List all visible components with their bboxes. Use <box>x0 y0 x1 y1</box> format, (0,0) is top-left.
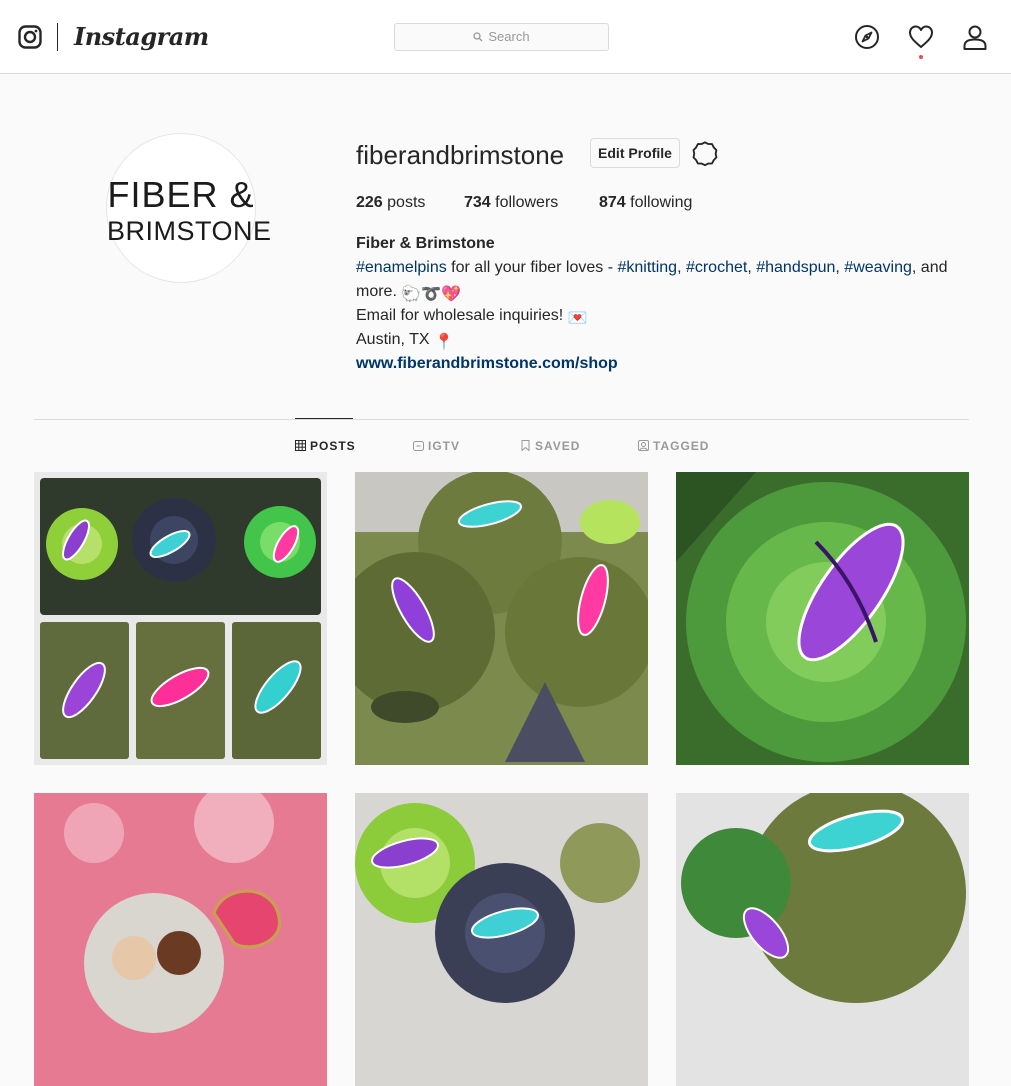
search-icon <box>473 32 483 42</box>
profile-button[interactable] <box>962 24 988 50</box>
igtv-icon <box>413 441 424 451</box>
nav-divider <box>57 23 58 51</box>
hashtag-link[interactable]: #handspun <box>756 259 835 276</box>
post-thumbnail[interactable] <box>34 472 327 765</box>
website-link[interactable]: www.fiberandbrimstone.com/shop <box>356 355 618 373</box>
post-thumbnail[interactable] <box>355 793 648 1086</box>
tab-tagged[interactable]: TAGGED <box>638 439 709 453</box>
avatar-text-line-2: BRIMSTONE <box>107 216 272 246</box>
pushpin-emoji: 📍 <box>433 334 454 351</box>
love-letter-emoji: 💌 <box>567 310 588 327</box>
notification-dot <box>919 55 923 59</box>
post-image <box>34 472 327 765</box>
tab-posts[interactable]: POSTS <box>295 439 356 453</box>
followers-count[interactable]: 734 followers <box>464 194 558 212</box>
tabs-divider <box>34 419 969 420</box>
post-image <box>355 793 648 1086</box>
tab-saved[interactable]: SAVED <box>520 439 580 453</box>
post-thumbnail[interactable] <box>676 793 969 1086</box>
hashtag-link[interactable]: #crochet <box>686 259 747 276</box>
avatar[interactable]: FIBER & BRIMSTONE <box>106 133 272 283</box>
bio-line-3: Email for wholesale inquiries! 💌 <box>356 307 588 327</box>
post-thumbnail[interactable] <box>34 793 327 1086</box>
sheep-loop-heart-emoji: 🐑➰💖 <box>401 286 462 303</box>
active-tab-indicator <box>295 418 353 419</box>
search-input[interactable]: Search <box>394 23 609 51</box>
hashtag-link[interactable]: #enamelpins <box>356 259 447 276</box>
bio-line-1: #enamelpins for all your fiber loves - #… <box>356 259 948 276</box>
grid-icon <box>295 440 306 451</box>
hashtag-link[interactable]: #knitting <box>617 259 677 276</box>
post-thumbnail[interactable] <box>355 472 648 765</box>
bio-line-4: Austin, TX 📍 <box>356 331 454 351</box>
user-icon <box>963 25 987 50</box>
explore-button[interactable] <box>854 24 880 50</box>
activity-button[interactable] <box>908 24 934 50</box>
tab-igtv[interactable]: IGTV <box>413 439 460 453</box>
full-name: Fiber & Brimstone <box>356 235 495 252</box>
bio-line-2: more. 🐑➰💖 <box>356 283 462 303</box>
compass-icon <box>855 25 879 49</box>
post-image <box>676 793 969 1086</box>
post-image <box>34 793 327 1086</box>
avatar-text-line-1: FIBER & <box>107 174 255 215</box>
instagram-glyph-icon[interactable] <box>18 25 42 49</box>
tagged-user-icon <box>638 440 649 451</box>
search-placeholder: Search <box>488 29 530 44</box>
posts-count: 226 posts <box>356 194 426 211</box>
following-count[interactable]: 874 following <box>599 194 692 212</box>
heart-icon <box>909 25 933 48</box>
top-nav: Instagram Search <box>0 0 1011 74</box>
post-thumbnail[interactable] <box>676 472 969 765</box>
instagram-wordmark[interactable]: Instagram <box>74 22 209 51</box>
post-image <box>676 472 969 765</box>
hashtag-link[interactable]: #weaving <box>844 259 912 276</box>
username: fiberandbrimstone <box>356 140 565 170</box>
post-image <box>355 472 648 765</box>
edit-profile-button[interactable]: Edit Profile <box>590 138 680 168</box>
bookmark-icon <box>521 440 530 452</box>
settings-gear-icon[interactable] <box>691 140 719 168</box>
